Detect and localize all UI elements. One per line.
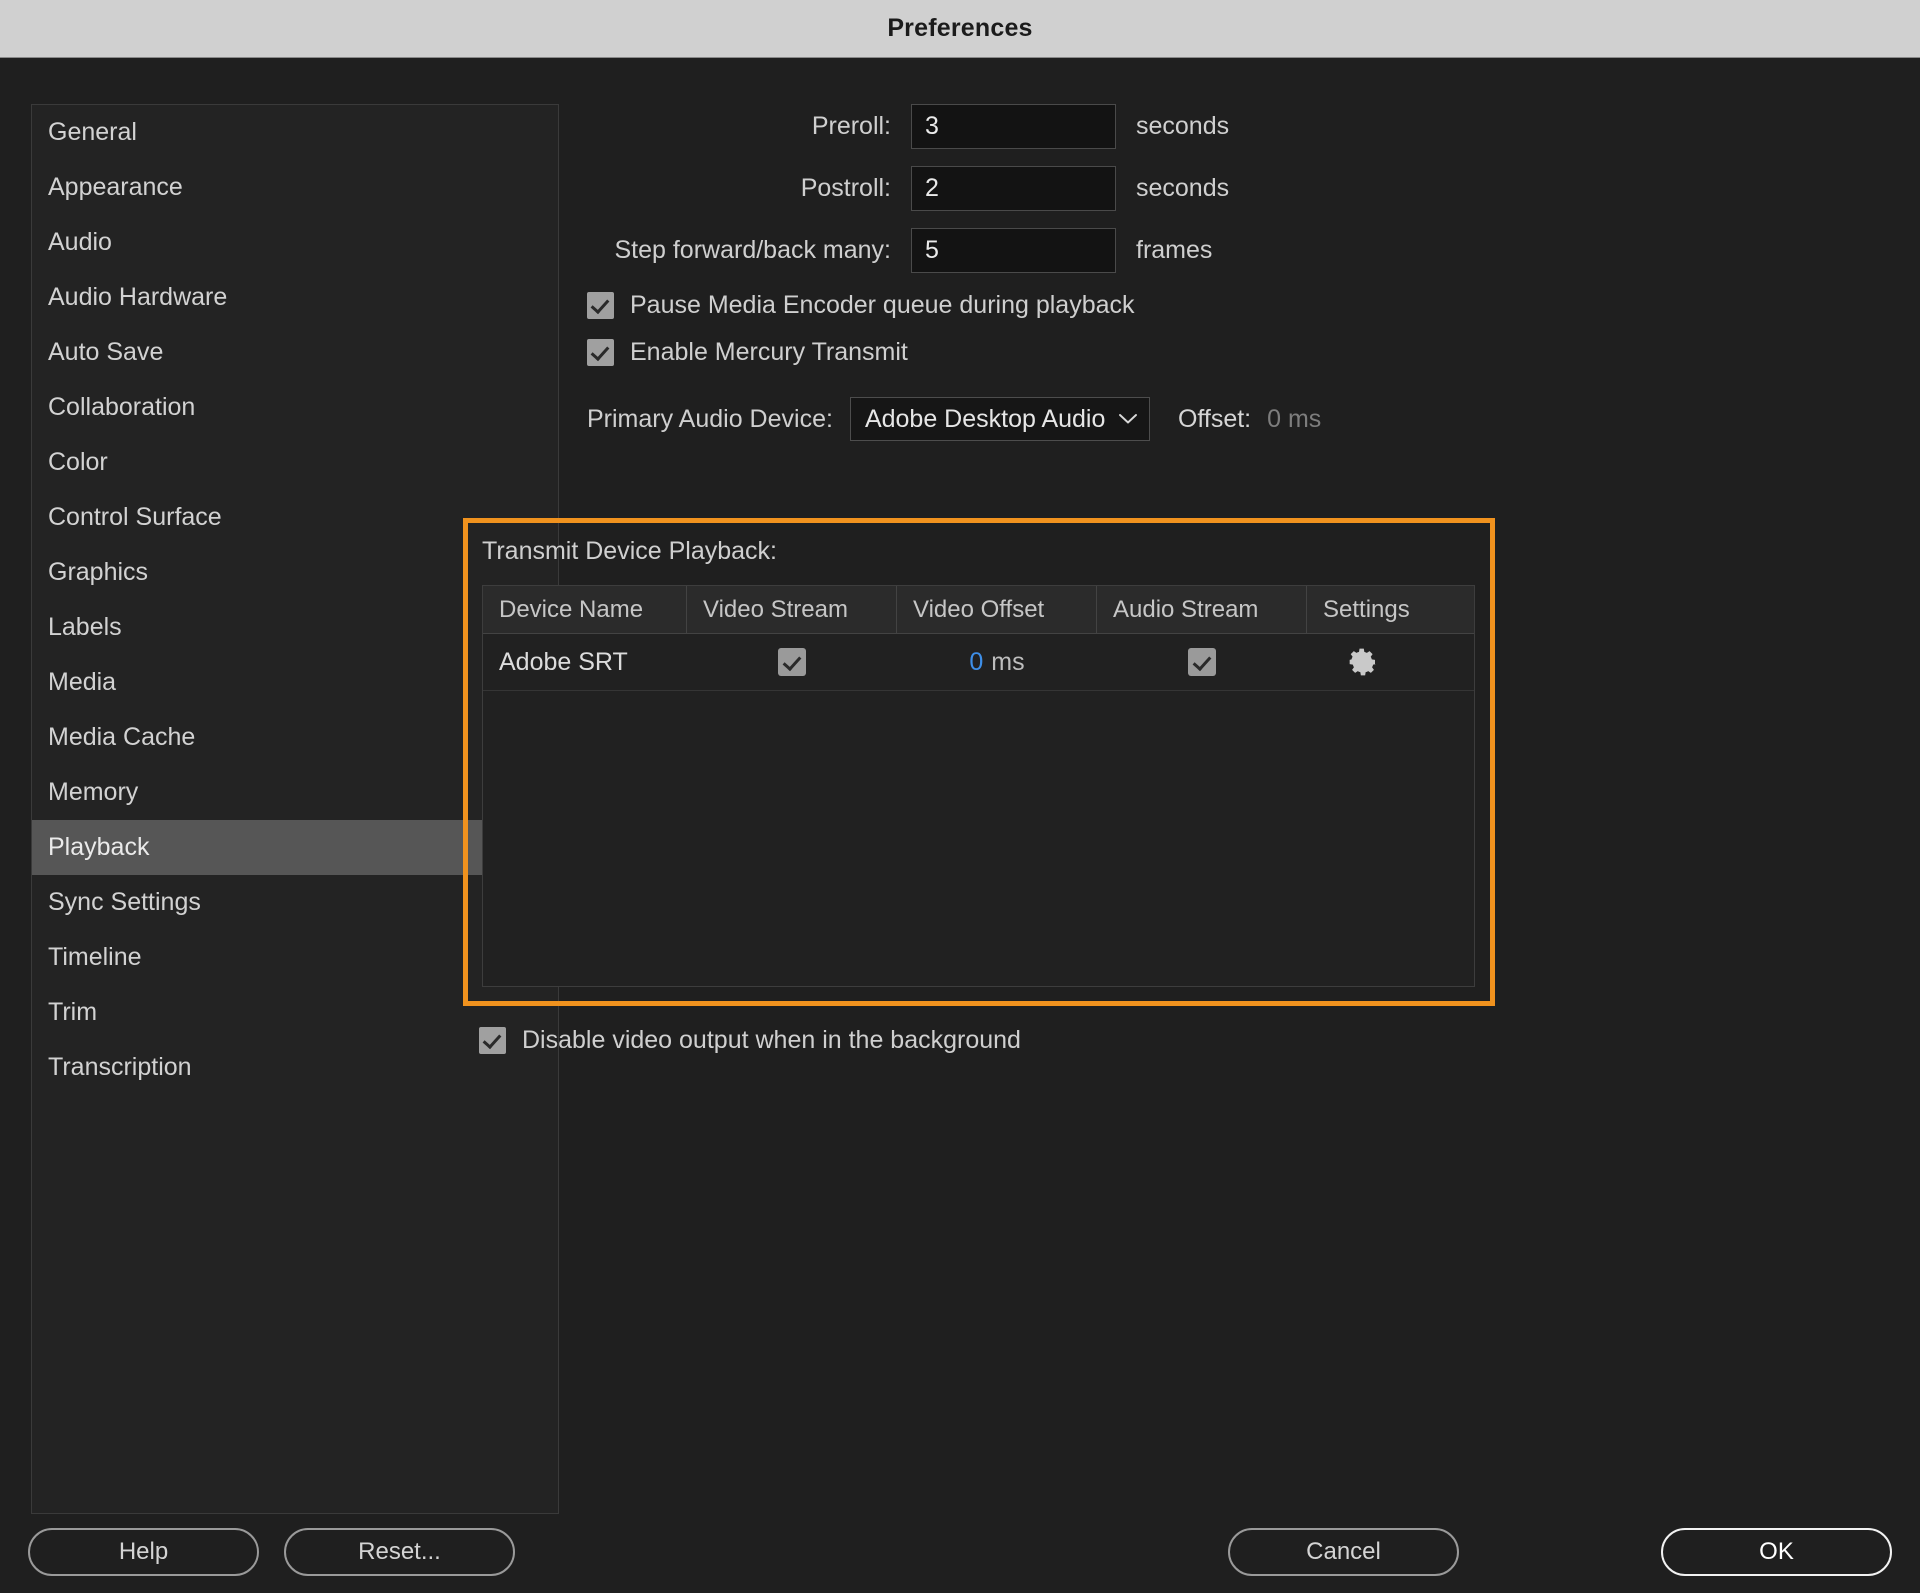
sidebar-item-auto-save[interactable]: Auto Save [32, 325, 558, 380]
sidebar-item-label: Graphics [48, 558, 149, 586]
transmit-device-playback-title: Transmit Device Playback: [482, 537, 777, 565]
preroll-label: Preroll: [811, 112, 891, 140]
mercury-transmit-label: Enable Mercury Transmit [630, 338, 908, 366]
sidebar-item-label: Timeline [48, 943, 142, 971]
transmit-device-playback-highlight: Transmit Device Playback: Device Name Vi… [463, 518, 1495, 1006]
postroll-unit: seconds [1136, 174, 1230, 202]
table-row[interactable]: Adobe SRT 0 ms [483, 634, 1474, 691]
sidebar-item-label: Audio Hardware [48, 283, 228, 311]
playback-settings-pane: Preroll: 3 seconds Postroll: 2 seconds S… [463, 104, 1890, 1503]
sidebar-item-label: Control Surface [48, 503, 222, 531]
cell-audio-stream[interactable] [1097, 634, 1307, 690]
primary-audio-device-select[interactable]: Adobe Desktop Audio [849, 397, 1150, 441]
sidebar-item-label: General [48, 118, 137, 146]
sidebar-item-label: Audio [48, 228, 112, 256]
video-offset-unit: ms [991, 647, 1025, 676]
cell-video-offset[interactable]: 0 ms [897, 634, 1097, 690]
sidebar-item-label: Auto Save [48, 338, 164, 366]
sidebar-item-label: Playback [48, 833, 150, 861]
gear-icon[interactable] [1347, 646, 1379, 678]
preroll-input[interactable]: 3 [911, 104, 1116, 149]
audio-stream-checkbox[interactable] [1188, 648, 1216, 676]
sidebar-item-label: Media Cache [48, 723, 196, 751]
sidebar-item-label: Color [48, 448, 108, 476]
cell-device-name: Adobe SRT [499, 647, 628, 676]
postroll-input[interactable]: 2 [911, 166, 1116, 211]
disable-video-output-row[interactable]: Disable video output when in the backgro… [479, 1026, 1021, 1055]
step-forward-back-label: Step forward/back many: [614, 236, 891, 264]
sidebar-item-general[interactable]: General [32, 105, 558, 160]
sidebar-item-collaboration[interactable]: Collaboration [32, 380, 558, 435]
preroll-unit: seconds [1136, 112, 1230, 140]
ok-button[interactable]: OK [1661, 1528, 1892, 1576]
sidebar-item-label: Collaboration [48, 393, 196, 421]
sidebar-item-label: Appearance [48, 173, 183, 201]
page-title: Preferences [887, 14, 1033, 42]
transmit-device-table: Device Name Video Stream Video Offset Au… [482, 585, 1475, 987]
postroll-label: Postroll: [800, 174, 891, 202]
primary-audio-device-value: Adobe Desktop Audio [864, 404, 1106, 433]
sidebar-item-label: Labels [48, 613, 122, 641]
sidebar-item-label: Transcription [48, 1053, 192, 1081]
step-forward-back-unit: frames [1136, 236, 1213, 264]
sidebar-item-label: Memory [48, 778, 139, 806]
disable-video-output-label: Disable video output when in the backgro… [522, 1026, 1021, 1054]
video-offset-number[interactable]: 0 [969, 648, 983, 677]
column-header-video-stream[interactable]: Video Stream [687, 586, 897, 633]
sidebar-item-audio-hardware[interactable]: Audio Hardware [32, 270, 558, 325]
step-forward-back-row: Step forward/back many: 5 frames [575, 228, 1890, 273]
dialog-footer: Help Reset... Cancel OK [0, 1503, 1920, 1593]
chevron-down-icon [1118, 414, 1137, 424]
pause-encoder-checkbox[interactable] [587, 292, 614, 319]
audio-offset-value: 0 ms [1267, 404, 1322, 433]
column-header-device-name[interactable]: Device Name [483, 586, 687, 633]
sidebar-item-audio[interactable]: Audio [32, 215, 558, 270]
preroll-row: Preroll: 3 seconds [575, 104, 1890, 149]
pause-encoder-label: Pause Media Encoder queue during playbac… [630, 291, 1135, 319]
sidebar-item-label: Sync Settings [48, 888, 201, 916]
column-header-settings[interactable]: Settings [1307, 586, 1474, 633]
reset-button[interactable]: Reset... [284, 1528, 515, 1576]
step-forward-back-input[interactable]: 5 [911, 228, 1116, 273]
sidebar-item-label: Trim [48, 998, 98, 1026]
cell-settings[interactable] [1307, 634, 1474, 690]
sidebar-item-appearance[interactable]: Appearance [32, 160, 558, 215]
audio-offset-label: Offset: [1177, 404, 1252, 433]
disable-video-output-checkbox[interactable] [479, 1027, 506, 1054]
mercury-transmit-row[interactable]: Enable Mercury Transmit [587, 338, 1890, 367]
sidebar-item-color[interactable]: Color [32, 435, 558, 490]
postroll-row: Postroll: 2 seconds [575, 166, 1890, 211]
column-header-video-offset[interactable]: Video Offset [897, 586, 1097, 633]
cancel-button[interactable]: Cancel [1228, 1528, 1459, 1576]
table-header-row: Device Name Video Stream Video Offset Au… [483, 586, 1474, 634]
primary-audio-device-label: Primary Audio Device: [587, 404, 833, 433]
pause-encoder-row[interactable]: Pause Media Encoder queue during playbac… [587, 291, 1890, 320]
help-button[interactable]: Help [28, 1528, 259, 1576]
primary-audio-device-row: Primary Audio Device: Adobe Desktop Audi… [587, 397, 1890, 441]
dialog-title-bar: Preferences [0, 0, 1920, 58]
sidebar-item-label: Media [48, 668, 117, 696]
cell-video-stream[interactable] [687, 634, 897, 690]
mercury-transmit-checkbox[interactable] [587, 339, 614, 366]
column-header-audio-stream[interactable]: Audio Stream [1097, 586, 1307, 633]
video-stream-checkbox[interactable] [778, 648, 806, 676]
preferences-dialog: General Appearance Audio Audio Hardware … [0, 58, 1920, 1593]
